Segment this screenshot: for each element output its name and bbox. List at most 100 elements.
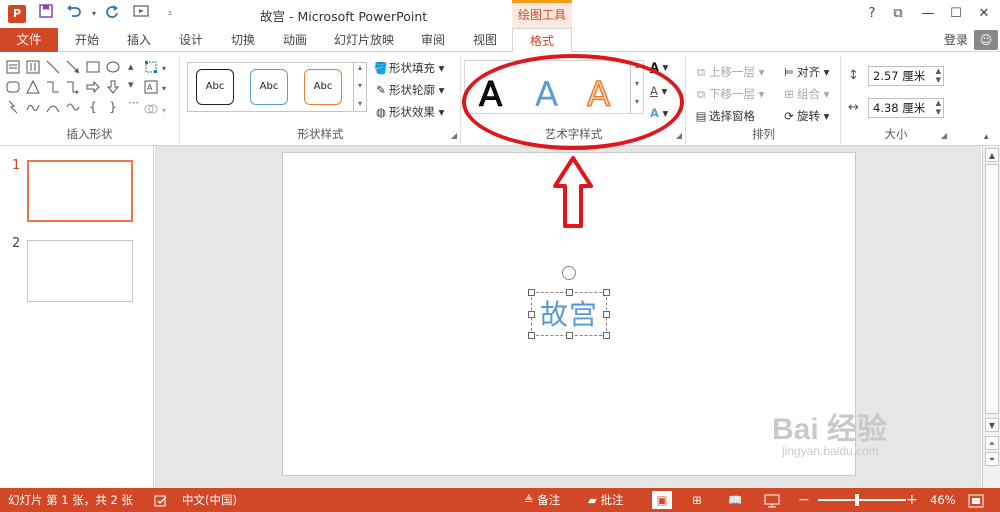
slide-thumbnail-2[interactable] [27, 240, 133, 302]
wave-shape-icon[interactable] [26, 100, 40, 114]
shape-styles-gallery[interactable]: Abc Abc Abc ▴ ▾ ▾ [187, 62, 367, 112]
size-launcher-icon[interactable]: ◢ [941, 131, 947, 140]
resize-handle[interactable] [528, 289, 535, 296]
merge-shapes-icon[interactable]: ▾ [144, 102, 174, 119]
slideshow-from-start-icon[interactable] [132, 4, 152, 24]
triangle-shape-icon[interactable] [26, 79, 40, 94]
shape-styles-scroll[interactable]: ▴ ▾ ▾ [353, 63, 366, 111]
tab-transitions[interactable]: 切换 [222, 28, 264, 52]
tab-insert[interactable]: 插入 [118, 28, 160, 52]
zoom-in-button[interactable]: + [906, 488, 918, 512]
resize-handle[interactable] [603, 332, 610, 339]
tab-view[interactable]: 视图 [464, 28, 506, 52]
tab-home[interactable]: 开始 [66, 28, 108, 52]
tab-slideshow[interactable]: 幻灯片放映 [326, 28, 402, 52]
close-button[interactable]: ✕ [974, 4, 994, 24]
help-button[interactable]: ? [862, 4, 882, 24]
resize-handle[interactable] [566, 332, 573, 339]
textbox-text[interactable]: 故宫 [540, 297, 598, 333]
shape-effects-button[interactable]: ◍ 形状效果 ▾ [373, 104, 444, 120]
collapse-ribbon-icon[interactable]: ▴ [984, 132, 989, 142]
slide-sorter-view-icon[interactable]: ⊞ [692, 488, 702, 512]
vertical-scrollbar[interactable]: ▲ ▼ ⏶ ⏷ [982, 146, 1000, 488]
wordart-styles-launcher-icon[interactable]: ◢ [676, 131, 682, 140]
language-status[interactable]: 中文(中国) [182, 488, 237, 512]
scroll-down-icon[interactable]: ▼ [985, 418, 999, 432]
vertical-textbox-icon[interactable] [26, 60, 40, 74]
resize-handle[interactable] [528, 311, 535, 318]
rotate-button[interactable]: ⟳ 旋转 ▾ [781, 108, 829, 124]
ribbon-display-options-button[interactable]: ⧉ [888, 4, 908, 24]
shapes-gallery-up-icon[interactable]: ▴ [128, 60, 134, 73]
curve-shape-icon[interactable] [46, 100, 60, 114]
tab-animations[interactable]: 动画 [274, 28, 316, 52]
user-avatar-icon[interactable]: ☺ [974, 30, 998, 50]
shape-width-input[interactable]: 4.38 厘米 ▲ ▼ [868, 98, 944, 118]
zoom-level[interactable]: 46% [930, 488, 956, 512]
textbox-shape-icon[interactable] [6, 60, 20, 74]
bring-forward-button[interactable]: ⧉ 上移一层 ▾ [693, 64, 765, 80]
normal-view-icon[interactable]: ▣ [652, 491, 672, 509]
resize-handle[interactable] [603, 311, 610, 318]
tab-format[interactable]: 格式 [512, 28, 572, 53]
zoom-slider-track[interactable] [818, 499, 906, 501]
selection-pane-button[interactable]: ▤ 选择窗格 [693, 108, 755, 124]
slide-count-status[interactable]: 幻灯片 第 1 张，共 2 张 [8, 488, 133, 512]
slide-thumbnail-1[interactable] [27, 160, 133, 222]
zoom-out-button[interactable]: − [798, 488, 810, 512]
shape-height-input[interactable]: 2.57 厘米 ▲ ▼ [868, 66, 944, 86]
zoom-slider-thumb[interactable] [855, 494, 859, 506]
elbow-connector-icon[interactable] [46, 80, 60, 94]
sign-in-link[interactable]: 登录 [944, 28, 968, 52]
resize-handle[interactable] [603, 289, 610, 296]
shape-styles-launcher-icon[interactable]: ◢ [451, 131, 457, 140]
save-icon[interactable] [36, 4, 56, 24]
rotate-handle[interactable] [562, 266, 576, 280]
undo-dropdown-icon[interactable]: ▾ [84, 4, 104, 24]
height-spinner-icon[interactable]: ▲ ▼ [936, 67, 941, 85]
shape-outline-button[interactable]: ✎ 形状轮廓 ▾ [373, 82, 444, 98]
scroll-up-icon[interactable]: ▲ [985, 148, 999, 162]
tab-design[interactable]: 设计 [170, 28, 212, 52]
right-arrow-shape-icon[interactable] [86, 80, 100, 94]
slideshow-view-icon[interactable] [764, 488, 780, 512]
oval-shape-icon[interactable] [106, 60, 120, 74]
shape-style-preset[interactable]: Abc [250, 69, 288, 105]
fit-slide-to-window-icon[interactable] [968, 488, 984, 512]
edit-shape-icon[interactable]: ▾ [144, 60, 174, 77]
tab-file[interactable]: 文件 [0, 28, 58, 52]
lightning-shape-icon[interactable] [6, 100, 20, 114]
group-button[interactable]: ⊞ 组合 ▾ [781, 86, 829, 102]
notes-button[interactable]: ≜ 备注 [524, 488, 560, 512]
tab-review[interactable]: 审阅 [412, 28, 454, 52]
reading-view-icon[interactable]: 📖 [728, 488, 742, 512]
customize-toolbar-icon[interactable]: ⩡ [160, 4, 180, 24]
left-brace-shape-icon[interactable]: { [86, 100, 100, 114]
shapes-gallery-more-icon[interactable]: ⋯ [128, 96, 139, 109]
rounded-rectangle-shape-icon[interactable] [6, 80, 20, 94]
down-arrow-shape-icon[interactable] [106, 80, 120, 94]
selected-textbox[interactable]: 故宫 [528, 289, 610, 339]
shape-style-preset[interactable]: Abc [196, 69, 234, 105]
redo-icon[interactable] [102, 4, 122, 24]
draw-textbox-icon[interactable]: A ▾ [144, 80, 174, 97]
shapes-gallery[interactable]: { } [6, 60, 126, 116]
send-backward-button[interactable]: ⧉ 下移一层 ▾ [693, 86, 765, 102]
shape-fill-button[interactable]: 🪣形状填充 ▾ [373, 60, 445, 76]
scrollbar-thumb[interactable] [985, 164, 999, 414]
comments-button[interactable]: ▰ 批注 [588, 488, 624, 512]
align-button[interactable]: ⊨ 对齐 ▾ [781, 64, 829, 80]
powerpoint-icon[interactable]: P [8, 5, 26, 23]
next-slide-icon[interactable]: ⏷ [985, 452, 999, 466]
undo-icon[interactable] [64, 4, 84, 24]
spelling-check-icon[interactable] [154, 488, 168, 512]
arrow-line-shape-icon[interactable] [66, 60, 80, 74]
resize-handle[interactable] [566, 289, 573, 296]
right-brace-shape-icon[interactable]: } [106, 100, 120, 114]
resize-handle[interactable] [528, 332, 535, 339]
width-spinner-icon[interactable]: ▲ ▼ [936, 99, 941, 117]
restore-button[interactable]: ☐ [946, 4, 966, 24]
line-shape-icon[interactable] [46, 60, 60, 74]
elbow-arrow-connector-icon[interactable] [66, 80, 80, 94]
freeform-shape-icon[interactable] [66, 100, 80, 114]
